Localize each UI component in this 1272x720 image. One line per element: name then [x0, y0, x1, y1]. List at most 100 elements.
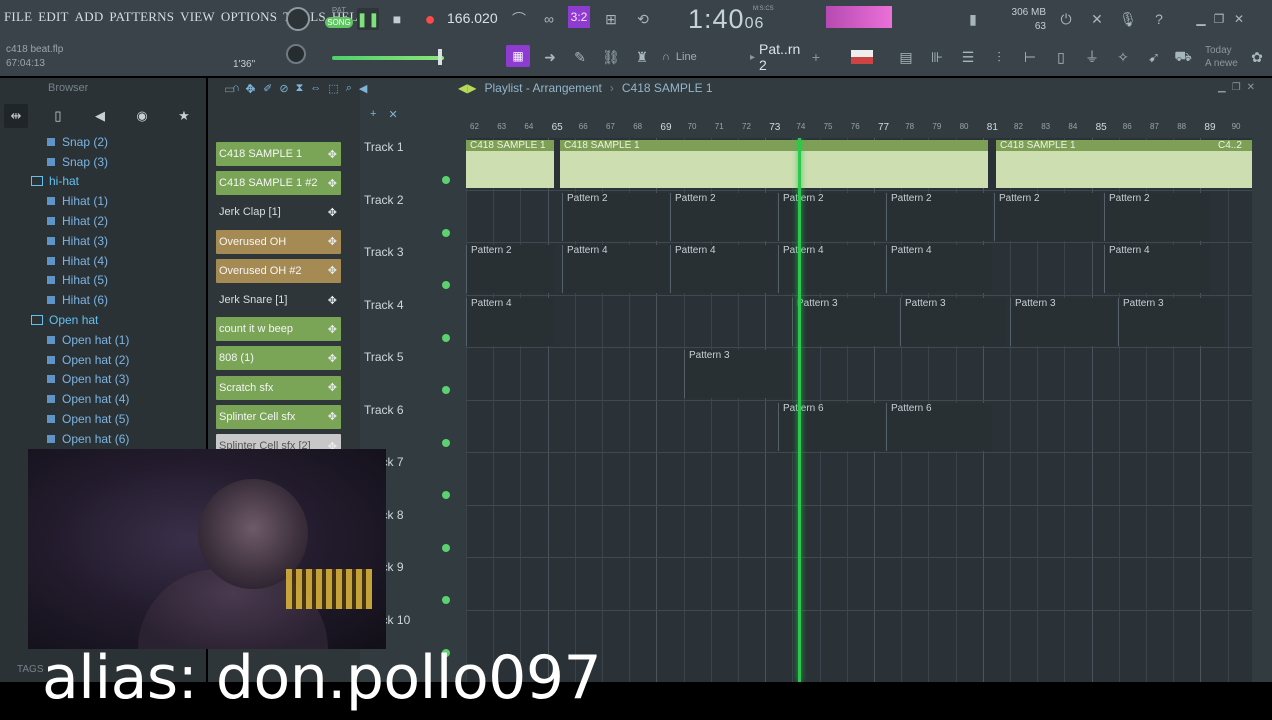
loop-record-button[interactable]: ⟲ [632, 8, 654, 30]
channel-move-icon[interactable]: ✥ [328, 206, 337, 219]
arrangement-grid[interactable]: C418 SAMPLE 1 C418 SAMPLE 1 C418 SAMPLE 1C… [466, 138, 1252, 682]
channel-move-icon[interactable]: ✥ [328, 148, 337, 161]
blend-notes-button[interactable]: ⊞ [600, 8, 622, 30]
close-icon[interactable]: ✕ [1247, 82, 1255, 93]
channel-button[interactable]: Splinter Cell sfx ✥ [216, 404, 341, 429]
track-mute-led[interactable] [442, 386, 450, 394]
track-mute-led[interactable] [442, 543, 450, 552]
shop-button[interactable]: ⛟ [1172, 46, 1194, 68]
delete-icon[interactable]: ⊘ [279, 82, 288, 95]
browser-file[interactable]: Open hat (1) [0, 330, 206, 350]
pattern-clip[interactable]: Pattern 3 [1118, 297, 1224, 346]
arrow-tool-button[interactable]: ➜ [539, 46, 561, 68]
metronome-button[interactable]: ⌒ [508, 8, 530, 30]
browser-file[interactable]: Hihat (6) [0, 290, 206, 310]
channel-move-icon[interactable]: ✥ [328, 264, 337, 277]
speaker-icon[interactable]: ◀ [359, 82, 367, 95]
tempo-tapper-button[interactable]: ✧ [1112, 46, 1134, 68]
plugin-button[interactable]: ⏚ [1081, 46, 1103, 68]
timeline-ruler[interactable]: 62 63 64 65 66 67 68 69 70 71 72 73 74 75 76 77 78 79 80 81… [466, 122, 1252, 136]
channel-button[interactable]: C418 SAMPLE 1 ✥ [216, 142, 341, 166]
pattern-clip[interactable]: Pattern 3 [684, 350, 790, 398]
menu-edit[interactable]: EDIT [38, 9, 68, 25]
snap-selector[interactable]: ∩ Line [662, 47, 738, 67]
tags-label[interactable]: TAGS [17, 664, 43, 675]
channel-move-icon[interactable]: ✥ [328, 294, 337, 307]
channel-button[interactable]: Overused OH ✥ [216, 229, 341, 254]
menu-add[interactable]: ADD [75, 9, 104, 25]
browser-folder[interactable]: Open hat [0, 310, 206, 330]
browser-file[interactable]: Hihat (5) [0, 271, 206, 291]
mute-icon[interactable]: ⧗ [296, 82, 304, 95]
browser-file[interactable]: Open hat (3) [0, 370, 206, 390]
maximize-icon[interactable]: ❐ [1232, 82, 1241, 93]
menu-view[interactable]: VIEW [180, 9, 215, 25]
fl-logo-button[interactable]: ✿ [1246, 46, 1268, 68]
track-header[interactable]: Track 4 [360, 296, 456, 348]
tools-button[interactable]: ✕ [1086, 8, 1108, 30]
undo-history-button[interactable]: ⏻ [1055, 8, 1077, 30]
channel-button[interactable]: Scratch sfx ✥ [216, 375, 341, 400]
pattern-clip[interactable]: Pattern 2 [778, 192, 884, 241]
channel-button[interactable]: 808 (1) ✥ [216, 346, 341, 371]
track-mute-led[interactable] [442, 596, 450, 604]
track-header[interactable]: Track 5 [360, 348, 456, 400]
pattern-clip[interactable]: Pattern 2 [562, 192, 668, 241]
channel-button[interactable]: C418 SAMPLE 1 #2 ✥ [216, 171, 341, 196]
countdown-button[interactable]: 3:2 [568, 6, 590, 28]
pattern-clip[interactable]: Pattern 2 [466, 245, 554, 293]
monitor-toggle[interactable]: ▮ [962, 8, 984, 30]
browser-file[interactable]: Snap (3) [0, 152, 206, 172]
browser-file[interactable]: Hihat (4) [0, 251, 206, 271]
channel-move-icon[interactable]: ✥ [328, 352, 337, 365]
pattern-clip[interactable]: Pattern 4 [886, 245, 992, 293]
add-pattern-icon[interactable]: + [812, 49, 820, 65]
track-header[interactable]: Track 1 [360, 138, 456, 190]
browser-tab-plugins[interactable]: ◀ [88, 104, 112, 128]
news-panel[interactable]: Today A newe [1205, 44, 1238, 70]
pencil-tool-button[interactable]: ✎ [569, 46, 591, 68]
main-pitch-knob[interactable] [286, 44, 306, 64]
stop-button[interactable]: ■ [386, 8, 408, 30]
plugin-picker-button[interactable]: ⫶ [988, 46, 1010, 68]
playhead[interactable] [798, 138, 801, 682]
stem-button[interactable]: ➹ [1143, 46, 1165, 68]
channel-button[interactable]: Overused OH #2 ✥ [216, 258, 341, 283]
playlist-pattern-name[interactable]: C418 SAMPLE 1 [622, 81, 713, 95]
channel-button[interactable]: Jerk Clap [1] ✥ [216, 200, 341, 225]
channel-move-icon[interactable]: ✥ [328, 235, 337, 248]
menu-patterns[interactable]: PATTERNS [109, 9, 174, 25]
pattern-clip[interactable]: Pattern 3 [792, 297, 898, 346]
track-mute-led[interactable] [442, 281, 450, 289]
select-icon[interactable]: ⬚ [328, 82, 338, 95]
magnet-icon[interactable]: ∩ [232, 82, 240, 95]
pattern-clip[interactable]: Pattern 3 [1010, 297, 1116, 346]
pattern-clip[interactable]: Pattern 2 [886, 192, 992, 241]
browser-file[interactable]: Hihat (3) [0, 231, 206, 251]
pattern-clip[interactable]: Pattern 6 [886, 402, 992, 451]
restore-button[interactable]: ❐ [1208, 8, 1230, 30]
browser-button[interactable]: ⊢ [1019, 46, 1041, 68]
track-header[interactable]: Track 6 [360, 401, 456, 453]
audio-clip[interactable]: C418 SAMPLE 1 [560, 140, 988, 188]
browser-file[interactable]: Open hat (4) [0, 389, 206, 409]
wait-input-button[interactable]: ∞ [538, 8, 560, 30]
master-volume-slider[interactable] [332, 56, 444, 60]
pause-button[interactable]: ❚❚ [356, 8, 380, 30]
channel-button[interactable]: Jerk Snare [1] ✥ [216, 288, 341, 312]
flag-icon[interactable] [851, 50, 873, 64]
track-mute-led[interactable] [442, 438, 450, 447]
track-header[interactable]: Track 2 [360, 191, 456, 243]
channel-move-icon[interactable]: ✥ [328, 381, 337, 394]
track-mute-led[interactable] [442, 228, 450, 237]
pattern-clip[interactable]: Pattern 4 [466, 297, 554, 346]
browser-tab-project[interactable]: ▯ [46, 104, 70, 128]
pat-song-toggle[interactable]: PAT SONG [325, 6, 353, 28]
zoom-icon[interactable]: ⌕ [346, 82, 352, 95]
record-button[interactable]: ● [419, 8, 441, 30]
stamp-button[interactable]: ♜ [631, 46, 653, 68]
pattern-clip[interactable]: Pattern 3 [900, 297, 1006, 346]
channel-move-icon[interactable]: ✥ [328, 323, 337, 336]
pattern-clip[interactable]: Pattern 2 [1104, 192, 1210, 241]
piano-roll-button[interactable]: ▦ [506, 45, 530, 67]
